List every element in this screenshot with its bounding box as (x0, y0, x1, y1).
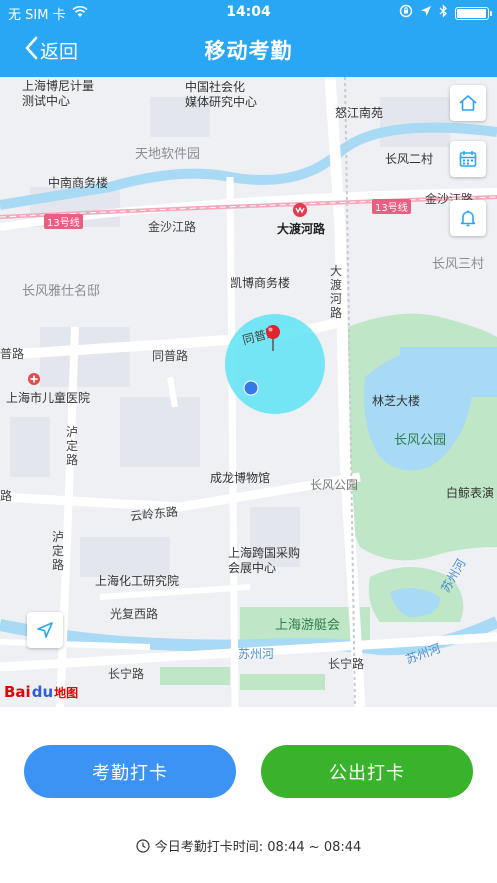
metro-station-icon (293, 203, 307, 217)
map-label: 怒江南苑 (335, 106, 384, 120)
battery-icon (455, 6, 492, 20)
checkin-button[interactable]: 考勤打卡 (24, 745, 236, 798)
notification-button[interactable] (450, 200, 486, 236)
checkin-time-info: 今日考勤打卡时间: 08:44 ~ 08:44 (0, 836, 497, 855)
map-label: 上海化工研究院 (95, 574, 180, 588)
map-label: 中南商务楼 (48, 176, 109, 190)
map-pin-icon (266, 325, 280, 351)
map-label: 长风三村 (432, 257, 485, 272)
home-button[interactable] (450, 85, 486, 121)
map-label: 大渡河路 (330, 264, 343, 320)
app-header: 无 SIM 卡 14:04 返回 移动考勤 (0, 0, 497, 77)
outside-checkin-button[interactable]: 公出打卡 (261, 745, 473, 798)
map-label: 普路 (0, 347, 25, 361)
map-label: 长风公园 (310, 478, 359, 492)
calendar-icon (459, 151, 477, 167)
bluetooth-icon (439, 4, 448, 22)
map-label: 白鲸表演 (446, 486, 495, 500)
map-label: 泸定路 (52, 530, 65, 572)
map-label: 上海游艇会 (275, 618, 341, 633)
map-label: 长风二村 (385, 152, 434, 166)
map-label: 上海跨国采购 会展中心 (228, 546, 301, 575)
current-location-dot-icon (243, 380, 259, 396)
map-label: 长风公园 (394, 433, 447, 448)
map-label: 上海市儿童医院 (6, 391, 91, 405)
metro-line-badge: 13号线 (44, 214, 83, 229)
page-title: 移动考勤 (204, 39, 293, 63)
map-label: 长宁路 (328, 657, 365, 671)
navigation-bar: 返回 移动考勤 (0, 26, 497, 77)
map-label: 中国社会化 媒体研究中心 (185, 80, 258, 109)
status-bar: 无 SIM 卡 14:04 (0, 0, 497, 26)
clock-icon (136, 838, 150, 853)
baidu-map-logo: Bai du 地图 (4, 683, 79, 701)
map-label: 金沙江路 (148, 220, 197, 234)
map-label: 苏州河 (238, 647, 275, 661)
map-label: 光复西路 (110, 607, 159, 621)
map-label: 同普路 (152, 349, 189, 363)
map-label: 长宁路 (108, 667, 145, 681)
map-label: 上海博尼计量 测试中心 (22, 79, 95, 108)
lock-rotation-icon (399, 4, 413, 22)
map-label: 天地软件园 (135, 147, 201, 162)
map-label: 路 (0, 489, 13, 503)
map-label: 凯博商务楼 (230, 276, 291, 290)
bell-icon (460, 210, 476, 227)
map-label: 林芝大楼 (372, 394, 421, 408)
hospital-icon (28, 373, 40, 385)
checkin-time-text: 今日考勤打卡时间: 08:44 ~ 08:44 (154, 840, 362, 855)
map-label: 大渡河路 (277, 222, 326, 236)
locate-me-icon (37, 622, 53, 638)
map-label: 成龙博物馆 (210, 471, 271, 485)
map-view[interactable]: 上海博尼计量 测试中心 中国社会化 媒体研究中心 怒江南苑 天地软件园 长风二村… (0, 77, 497, 707)
home-icon (459, 95, 477, 111)
map-label: 泸定路 (66, 425, 79, 467)
locate-me-button[interactable] (27, 612, 63, 648)
map-label: 长风雅仕名邸 (22, 284, 101, 299)
location-arrow-icon (420, 5, 432, 21)
metro-line-badge: 13号线 (372, 199, 411, 214)
calendar-button[interactable] (450, 141, 486, 177)
